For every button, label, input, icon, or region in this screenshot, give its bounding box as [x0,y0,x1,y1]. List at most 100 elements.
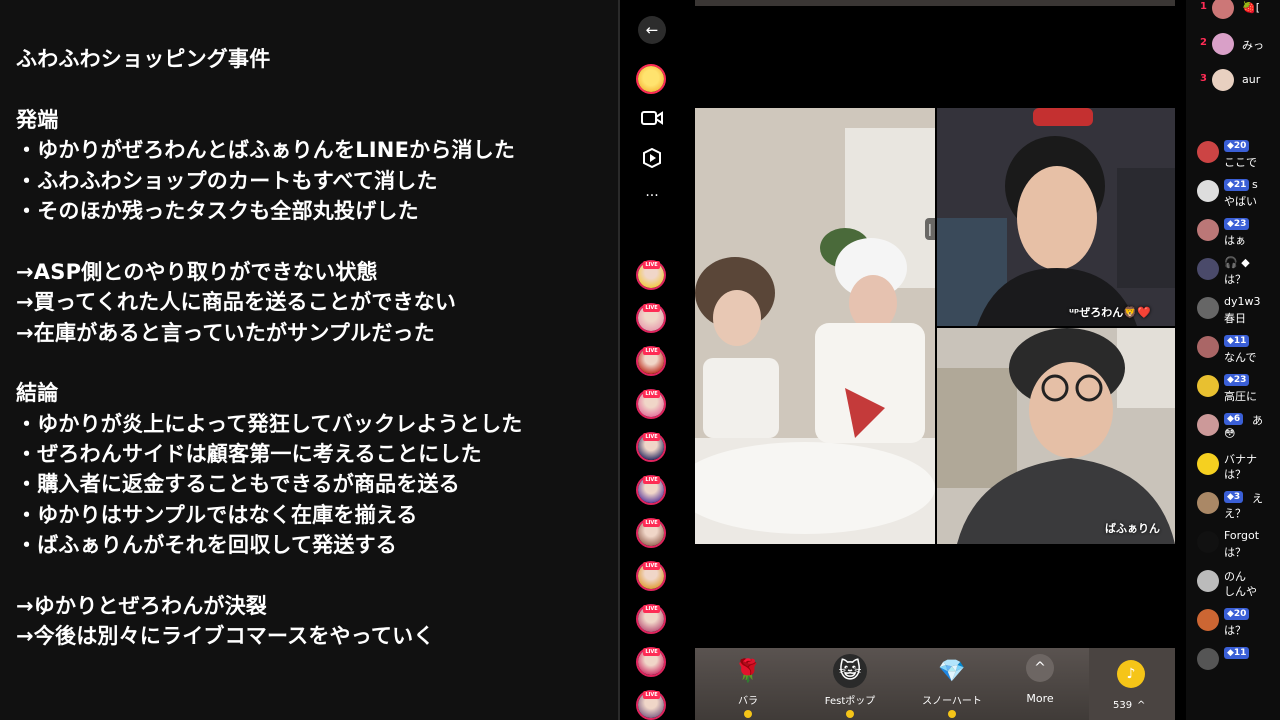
notes-blank-line [16,348,618,378]
rank-number: 3 [1200,73,1207,84]
comment-username: 🎧 ◆ [1224,256,1250,269]
notes-line: ・ゆかりはサンプルではなく在庫を揃える [16,502,418,527]
more-gifts-label: More [1026,692,1054,705]
notes-line: ・ゆかりがぜろわんとばふぁりんをLINEから消した [16,138,516,163]
notes-line: ・ぜろわんサイドは顧客第一に考えることにした [16,442,482,467]
comment-item[interactable]: バナナ は？ [1186,450,1280,490]
comment-item[interactable]: ◆20 ここで [1186,138,1280,178]
comment-item[interactable]: ◆23 はぁ [1186,216,1280,256]
camera-feed-bottom: ばふぁりん [937,328,1175,544]
avatar [1197,453,1219,475]
avatar [1197,609,1219,631]
coin-icon [948,710,956,718]
avatar [1197,570,1219,592]
avatar [1197,375,1219,397]
comment-item[interactable]: ◆23 高圧に [1186,372,1280,412]
comment-item[interactable]: のん しんや [1186,567,1280,607]
live-badge: LIVE [643,390,660,398]
avatar [1197,414,1219,436]
notes-blank-line [16,561,618,591]
comment-item[interactable]: ◆11 なんで [1186,333,1280,373]
ranking-row[interactable]: 1 🍓[ [1186,0,1280,20]
ranking-row[interactable]: 2 みっ [1186,32,1280,56]
gift-rose[interactable]: 🌹 バラ [713,654,783,718]
comment-text: は？ [1224,624,1246,637]
notes-line: ・購入者に返金することもできるが商品を送る [16,472,460,497]
comment-text: え？ [1224,507,1246,520]
comment-item[interactable]: 🎧 ◆ は？ [1186,255,1280,295]
comment-item[interactable]: ◆21 s やばい [1186,177,1280,217]
more-gifts-button[interactable]: ^ More [1005,654,1075,705]
back-arrow-icon[interactable]: ← [638,16,666,44]
avatar [1197,648,1219,670]
screen: ふわふわショッピング事件 発端 ・ゆかりがぜろわんとばふぁりんをLINEから消した・… [0,0,1280,720]
avatar [1212,69,1234,91]
gift-festpop[interactable]: 😺 Festポップ [815,654,885,718]
rose-icon: 🌹 [734,658,762,684]
comment-text: 春日 [1224,312,1246,325]
pause-icon[interactable]: ❘❘❘ [925,218,935,240]
play-icon[interactable] [636,142,668,174]
comment-item[interactable]: ◆20 は？ [1186,606,1280,646]
profile-avatar[interactable] [636,64,666,94]
notes-panel[interactable]: ふわふわショッピング事件 発端 ・ゆかりがぜろわんとばふぁりんをLINEから消した・… [0,0,618,720]
snowheart-icon: 💎 [938,658,966,684]
festpop-icon: 😺 [833,654,867,688]
coin-balance-button[interactable]: ♪ 539 ^ [1089,648,1175,720]
comment-item[interactable]: ◆11 [1186,645,1280,685]
live-badge: LIVE [643,476,660,484]
streamer-label-top: ᵘᵖぜろわん🦁❤️ [1069,306,1151,319]
coin-icon: ♪ [1117,660,1145,688]
comment-text: なんで [1224,351,1257,364]
coin-icon [846,710,854,718]
comment-item[interactable]: Forgot は？ [1186,528,1280,568]
gift-festpop-label: Festポップ [824,696,876,707]
video-camera-icon[interactable] [636,102,668,134]
live-badge: LIVE [643,347,660,355]
comment-item[interactable]: ◆3 ええ？ [1186,489,1280,529]
gift-snowheart-label: スノーハート [922,696,982,707]
comment-username: バナナ [1224,453,1257,466]
comment-text: しんや [1224,585,1257,598]
gift-snowheart[interactable]: 💎 スノーハート [917,654,987,718]
gift-bar: 🌹 バラ 😺 Festポップ 💎 スノーハート ^ More ♪ 539 ^ [695,648,1175,720]
ranking-name: みっ [1242,39,1264,52]
ranking-row[interactable]: 3 aur [1186,68,1280,92]
level-badge: ◆23 [1224,374,1250,386]
comment-username: Forgot [1224,529,1260,542]
comment-text: ここで [1224,156,1257,169]
live-badge: LIVE [643,691,660,699]
comment-username: のん [1224,570,1246,583]
rank-number: 1 [1200,1,1207,12]
notes-line: →ASP側とのやり取りができない状態 [16,259,378,284]
avatar [1197,336,1219,358]
avatar [1197,219,1219,241]
rank-number: 2 [1200,37,1207,48]
avatar [1197,531,1219,553]
notes-line: ・ばふぁりんがそれを回収して発送する [16,533,397,558]
live-badge: LIVE [643,304,660,312]
level-badge: ◆6 [1224,413,1244,425]
more-icon[interactable]: ··· [636,180,668,212]
side-rail: ← ··· LIVE LIVE LIVE LIVE LIVE LIVE LIVE LIVE LI… [620,0,684,720]
live-badge: LIVE [643,605,660,613]
level-badge: ◆23 [1224,218,1250,230]
level-badge: ◆11 [1224,335,1250,347]
level-badge: ◆20 [1224,608,1250,620]
notes-line: →在庫があると言っていたがサンプルだった [16,320,435,345]
avatar [1212,0,1234,19]
ranking-name: aur [1242,73,1261,86]
comment-item[interactable]: dy1w3 春日 [1186,294,1280,334]
avatar [1197,180,1219,202]
comment-item[interactable]: ◆6 あ 😳 [1186,411,1280,451]
live-video-area: ❘❘❘ ᵘᵖぜろわん🦁❤️ [684,0,1186,720]
level-badge: ◆21 [1224,179,1250,191]
video-top-strip [695,0,1175,6]
ranking-name: 🍓[ [1242,1,1260,14]
notes-blank-line [16,226,618,256]
notes-line: →買ってくれた人に商品を送ることができない [16,290,457,315]
comment-username: え [1252,492,1263,505]
avatar [1197,492,1219,514]
notes-line: ・ゆかりが炎上によって発狂してバックレようとした [16,411,523,436]
comments-panel[interactable]: 1 🍓[2 みっ 3 aur ◆20 ここで ◆21 s やばい ◆23 はぁ 🎧 ◆ は？ dy1w3 春日… [1186,0,1280,720]
